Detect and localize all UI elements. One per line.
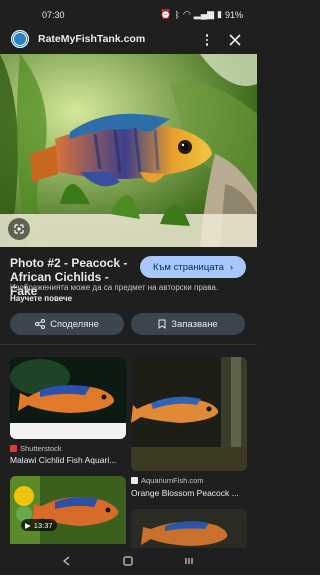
- learn-more-link[interactable]: Научете повече: [10, 294, 72, 303]
- result-card[interactable]: [10, 357, 126, 439]
- result-image: [131, 357, 247, 471]
- aquariumfish-favicon-icon: [131, 477, 138, 484]
- video-duration-badge: ▶ 13:37: [21, 519, 57, 531]
- divider: [0, 344, 257, 345]
- result-card-video[interactable]: [10, 476, 126, 544]
- shutterstock-favicon-icon: [10, 445, 17, 452]
- bookmark-icon: [158, 319, 166, 329]
- battery-icon: ▮: [217, 9, 222, 19]
- site-name[interactable]: RateMyFishTank.com: [38, 33, 145, 45]
- wifi-icon: ◠: [182, 9, 191, 19]
- more-options-icon[interactable]: [201, 31, 213, 49]
- status-icons: ⏰ ᛒ ◠ ▂▄▆ ▮ 91%: [160, 9, 243, 20]
- result-title[interactable]: Orange Blossom Peacock ...: [131, 488, 247, 498]
- result-source-name: Shutterstock: [20, 444, 62, 453]
- play-icon: ▶: [25, 520, 31, 530]
- visit-page-button[interactable]: Към страницата ›: [140, 256, 246, 278]
- result-card[interactable]: [131, 509, 247, 548]
- battery-level: 91%: [224, 9, 243, 20]
- result-source: Shutterstock: [10, 444, 62, 453]
- fish-photo: [0, 54, 257, 247]
- recents-icon[interactable]: [183, 555, 195, 567]
- result-image: [131, 509, 247, 548]
- save-button[interactable]: Запазване: [131, 313, 245, 335]
- home-icon[interactable]: [122, 555, 134, 567]
- chevron-right-icon: ›: [229, 261, 234, 273]
- result-image: [10, 357, 126, 439]
- site-logo-icon: [11, 30, 29, 48]
- status-bar: 07:30 ⏰ ᛒ ◠ ▂▄▆ ▮ 91%: [0, 0, 257, 28]
- alarm-icon: ⏰: [160, 9, 172, 19]
- back-icon[interactable]: [61, 555, 73, 567]
- save-label: Запазване: [171, 318, 218, 330]
- share-label: Споделяне: [50, 318, 99, 330]
- close-icon[interactable]: [227, 32, 243, 48]
- result-title[interactable]: Malawi Cichlid Fish Aquari...: [10, 455, 126, 465]
- main-image[interactable]: [0, 54, 257, 247]
- share-icon: [35, 319, 46, 329]
- result-image: [10, 476, 126, 544]
- share-button[interactable]: Споделяне: [10, 313, 124, 335]
- system-navigation-bar: [0, 548, 257, 575]
- video-duration: 13:37: [33, 520, 53, 530]
- google-lens-icon[interactable]: [8, 218, 30, 240]
- bluetooth-icon: ᛒ: [174, 9, 180, 20]
- status-time: 07:30: [42, 10, 65, 20]
- copyright-notice: Изображенията може да са предмет на авто…: [10, 283, 246, 304]
- result-source-name: AquariumFish.com: [141, 476, 204, 485]
- result-card[interactable]: [131, 357, 247, 471]
- top-bar: RateMyFishTank.com: [0, 28, 257, 54]
- result-source: AquariumFish.com: [131, 476, 204, 485]
- signal-icon: ▂▄▆: [193, 9, 215, 19]
- copyright-text: Изображенията може да са предмет на авто…: [10, 283, 219, 292]
- visit-page-label: Към страницата: [152, 261, 224, 273]
